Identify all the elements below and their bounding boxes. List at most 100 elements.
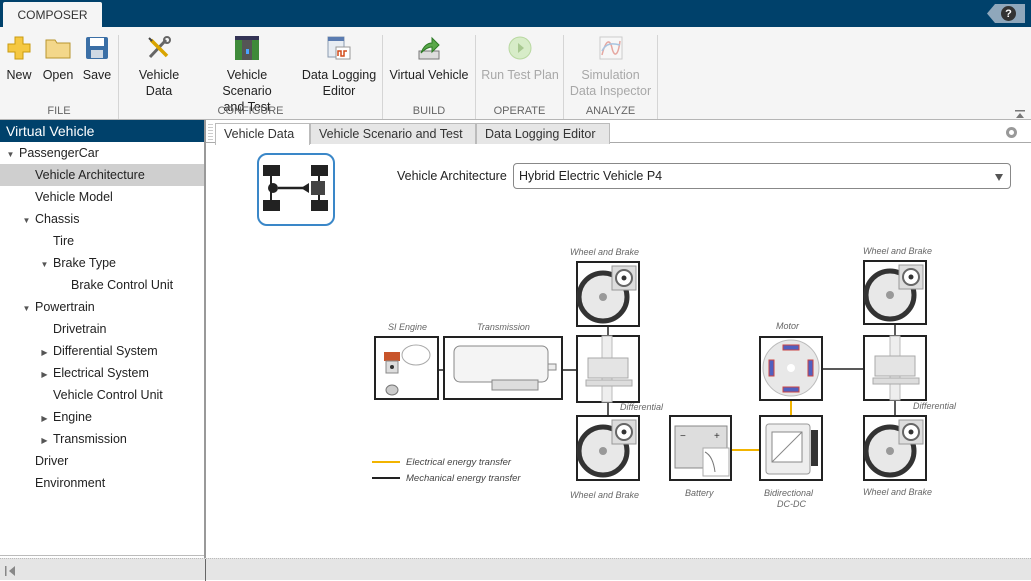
differential-block-front[interactable] (576, 335, 640, 403)
wrench-screwdriver-icon (146, 35, 172, 61)
label-battery: Battery (685, 488, 714, 498)
label-motor: Motor (776, 321, 800, 331)
label-differential-rear: Differential (913, 401, 957, 411)
build-arrow-icon (416, 35, 442, 61)
label-transmission: Transmission (477, 322, 530, 332)
tree-node[interactable]: Vehicle Architecture (0, 164, 204, 186)
expand-caret-down-icon[interactable]: ▼ (40, 254, 49, 276)
tab-composer[interactable]: COMPOSER (3, 2, 102, 27)
main-panel: Vehicle Data Vehicle Scenario and Test D… (206, 120, 1031, 560)
tree-node-label: Transmission (53, 432, 127, 446)
label-wheel-brake-rear-top: Wheel and Brake (863, 246, 933, 256)
save-button[interactable]: Save (82, 35, 112, 83)
vehicle-architecture-label: Vehicle Architecture (397, 169, 507, 183)
tree-node[interactable]: Brake Control Unit (0, 274, 204, 296)
tree-node-label: Vehicle Model (35, 190, 113, 204)
ribbon-divider (657, 35, 658, 119)
tree-node-label: Chassis (35, 212, 80, 226)
expand-caret-right-icon[interactable]: ▶ (40, 430, 49, 452)
label-wheel-brake-rear-bottom: Wheel and Brake (863, 487, 933, 497)
new-button[interactable]: New (5, 35, 33, 83)
tree-node[interactable]: ▼ Chassis (0, 208, 204, 230)
tree-node-label: Electrical System (53, 366, 149, 380)
simulation-data-inspector-button[interactable]: Simulation Data Inspector (568, 35, 653, 99)
tree-node[interactable]: Driver (0, 450, 204, 472)
tree-node-label: Brake Control Unit (71, 278, 174, 292)
vehicle-architecture-icon[interactable] (257, 153, 335, 226)
collapse-ribbon-button[interactable] (1015, 107, 1025, 118)
road-scenario-icon (234, 35, 260, 61)
toolstrip-header: COMPOSER ? (0, 0, 1031, 27)
label-wheel-brake-front-bottom: Wheel and Brake (570, 490, 640, 500)
group-configure: Vehicle Data Vehicle Scenario and Test D… (119, 35, 382, 119)
tree-node[interactable]: ▼ Brake Type (0, 252, 204, 274)
tree-node[interactable]: ▶ Engine (0, 406, 204, 428)
build-virtual-vehicle-button[interactable]: Virtual Vehicle (389, 35, 469, 83)
play-icon (507, 35, 533, 61)
wheel-brake-block-rear-top[interactable] (863, 260, 927, 325)
dcdc-converter-block[interactable] (759, 415, 823, 481)
sidebar: Virtual Vehicle ▼ PassengerCar Vehicle Arc… (0, 120, 206, 560)
svg-text:+: + (714, 431, 720, 442)
tree-node[interactable]: Tire (0, 230, 204, 252)
tab-options-icon[interactable] (1006, 127, 1017, 138)
drivetrain-layout-icon (263, 165, 328, 211)
tree-node[interactable]: ▶ Transmission (0, 428, 204, 450)
si-engine-block[interactable] (374, 336, 439, 400)
tree-node-label: Brake Type (53, 256, 117, 270)
tree-node[interactable]: Vehicle Model (0, 186, 204, 208)
floppy-disk-icon (84, 35, 110, 61)
group-file: New Open Save FILE (0, 35, 118, 119)
legend-electrical-label: Electrical energy transfer (406, 457, 512, 468)
legend-mechanical-label: Mechanical energy transfer (406, 473, 521, 484)
sidebar-title: Virtual Vehicle (0, 120, 204, 142)
group-analyze: Simulation Data Inspector ANALYZE (564, 35, 657, 119)
help-button[interactable]: ? (987, 4, 1025, 23)
expand-caret-right-icon[interactable]: ▶ (40, 364, 49, 386)
data-logging-editor-button[interactable]: Data Logging Editor (301, 35, 377, 99)
chevron-down-icon (995, 174, 1003, 181)
wheel-brake-block-front-bottom[interactable] (576, 415, 640, 481)
wheel-brake-block-rear-bottom[interactable] (863, 415, 927, 481)
expand-caret-right-icon[interactable]: ▶ (40, 408, 49, 430)
vehicle-data-button[interactable]: Vehicle Data (125, 35, 193, 99)
battery-block[interactable]: − + (669, 415, 732, 481)
expand-caret-down-icon[interactable]: ▼ (22, 210, 31, 232)
label-dcdc-line1: Bidirectional (764, 488, 814, 498)
tree-node[interactable]: ▼ Powertrain (0, 296, 204, 318)
tab-vehicle-scenario-and-test[interactable]: Vehicle Scenario and Test (310, 123, 476, 144)
folder-icon (45, 35, 71, 61)
tree-node-label: Vehicle Control Unit (53, 388, 163, 402)
collapse-sidebar-button[interactable] (5, 565, 17, 576)
wheel-brake-block-front-top[interactable] (576, 261, 640, 327)
svg-text:−: − (680, 431, 686, 442)
new-plus-icon (6, 35, 32, 61)
tree-node[interactable]: Vehicle Control Unit (0, 384, 204, 406)
tab-bar: Vehicle Data Vehicle Scenario and Test D… (206, 122, 1031, 145)
transmission-block[interactable] (443, 336, 563, 400)
tree-node[interactable]: ▶ Electrical System (0, 362, 204, 384)
tab-data-logging-editor[interactable]: Data Logging Editor (476, 123, 610, 144)
label-wheel-brake-front-top: Wheel and Brake (570, 247, 640, 257)
vehicle-architecture-dropdown[interactable]: Hybrid Electric Vehicle P4 (513, 163, 1011, 189)
vehicle-scenario-button[interactable]: Vehicle Scenario and Test (203, 35, 291, 115)
group-operate: Run Test Plan OPERATE (476, 35, 563, 119)
dropdown-value: Hybrid Electric Vehicle P4 (519, 169, 663, 183)
run-test-plan-button[interactable]: Run Test Plan (481, 35, 559, 83)
group-label-analyze: ANALYZE (585, 105, 636, 117)
tree-node[interactable]: ▼ PassengerCar (0, 142, 204, 164)
motor-block[interactable] (759, 336, 823, 401)
tree-node[interactable]: Drivetrain (0, 318, 204, 340)
expand-caret-down-icon[interactable]: ▼ (6, 144, 15, 166)
expand-caret-down-icon[interactable]: ▼ (22, 298, 31, 320)
tab-grip-handle[interactable] (208, 124, 213, 142)
label-si-engine: SI Engine (388, 322, 428, 332)
open-button[interactable]: Open (42, 35, 74, 83)
ribbon: New Open Save FILE Vehicle Data Vehicle … (0, 27, 1031, 120)
tree-node[interactable]: ▶ Differential System (0, 340, 204, 362)
tree-node[interactable]: Environment (0, 472, 204, 494)
tab-vehicle-data[interactable]: Vehicle Data (215, 123, 310, 145)
expand-caret-right-icon[interactable]: ▶ (40, 342, 49, 364)
differential-block-rear[interactable] (863, 335, 927, 401)
label-differential-front: Differential (620, 402, 664, 412)
